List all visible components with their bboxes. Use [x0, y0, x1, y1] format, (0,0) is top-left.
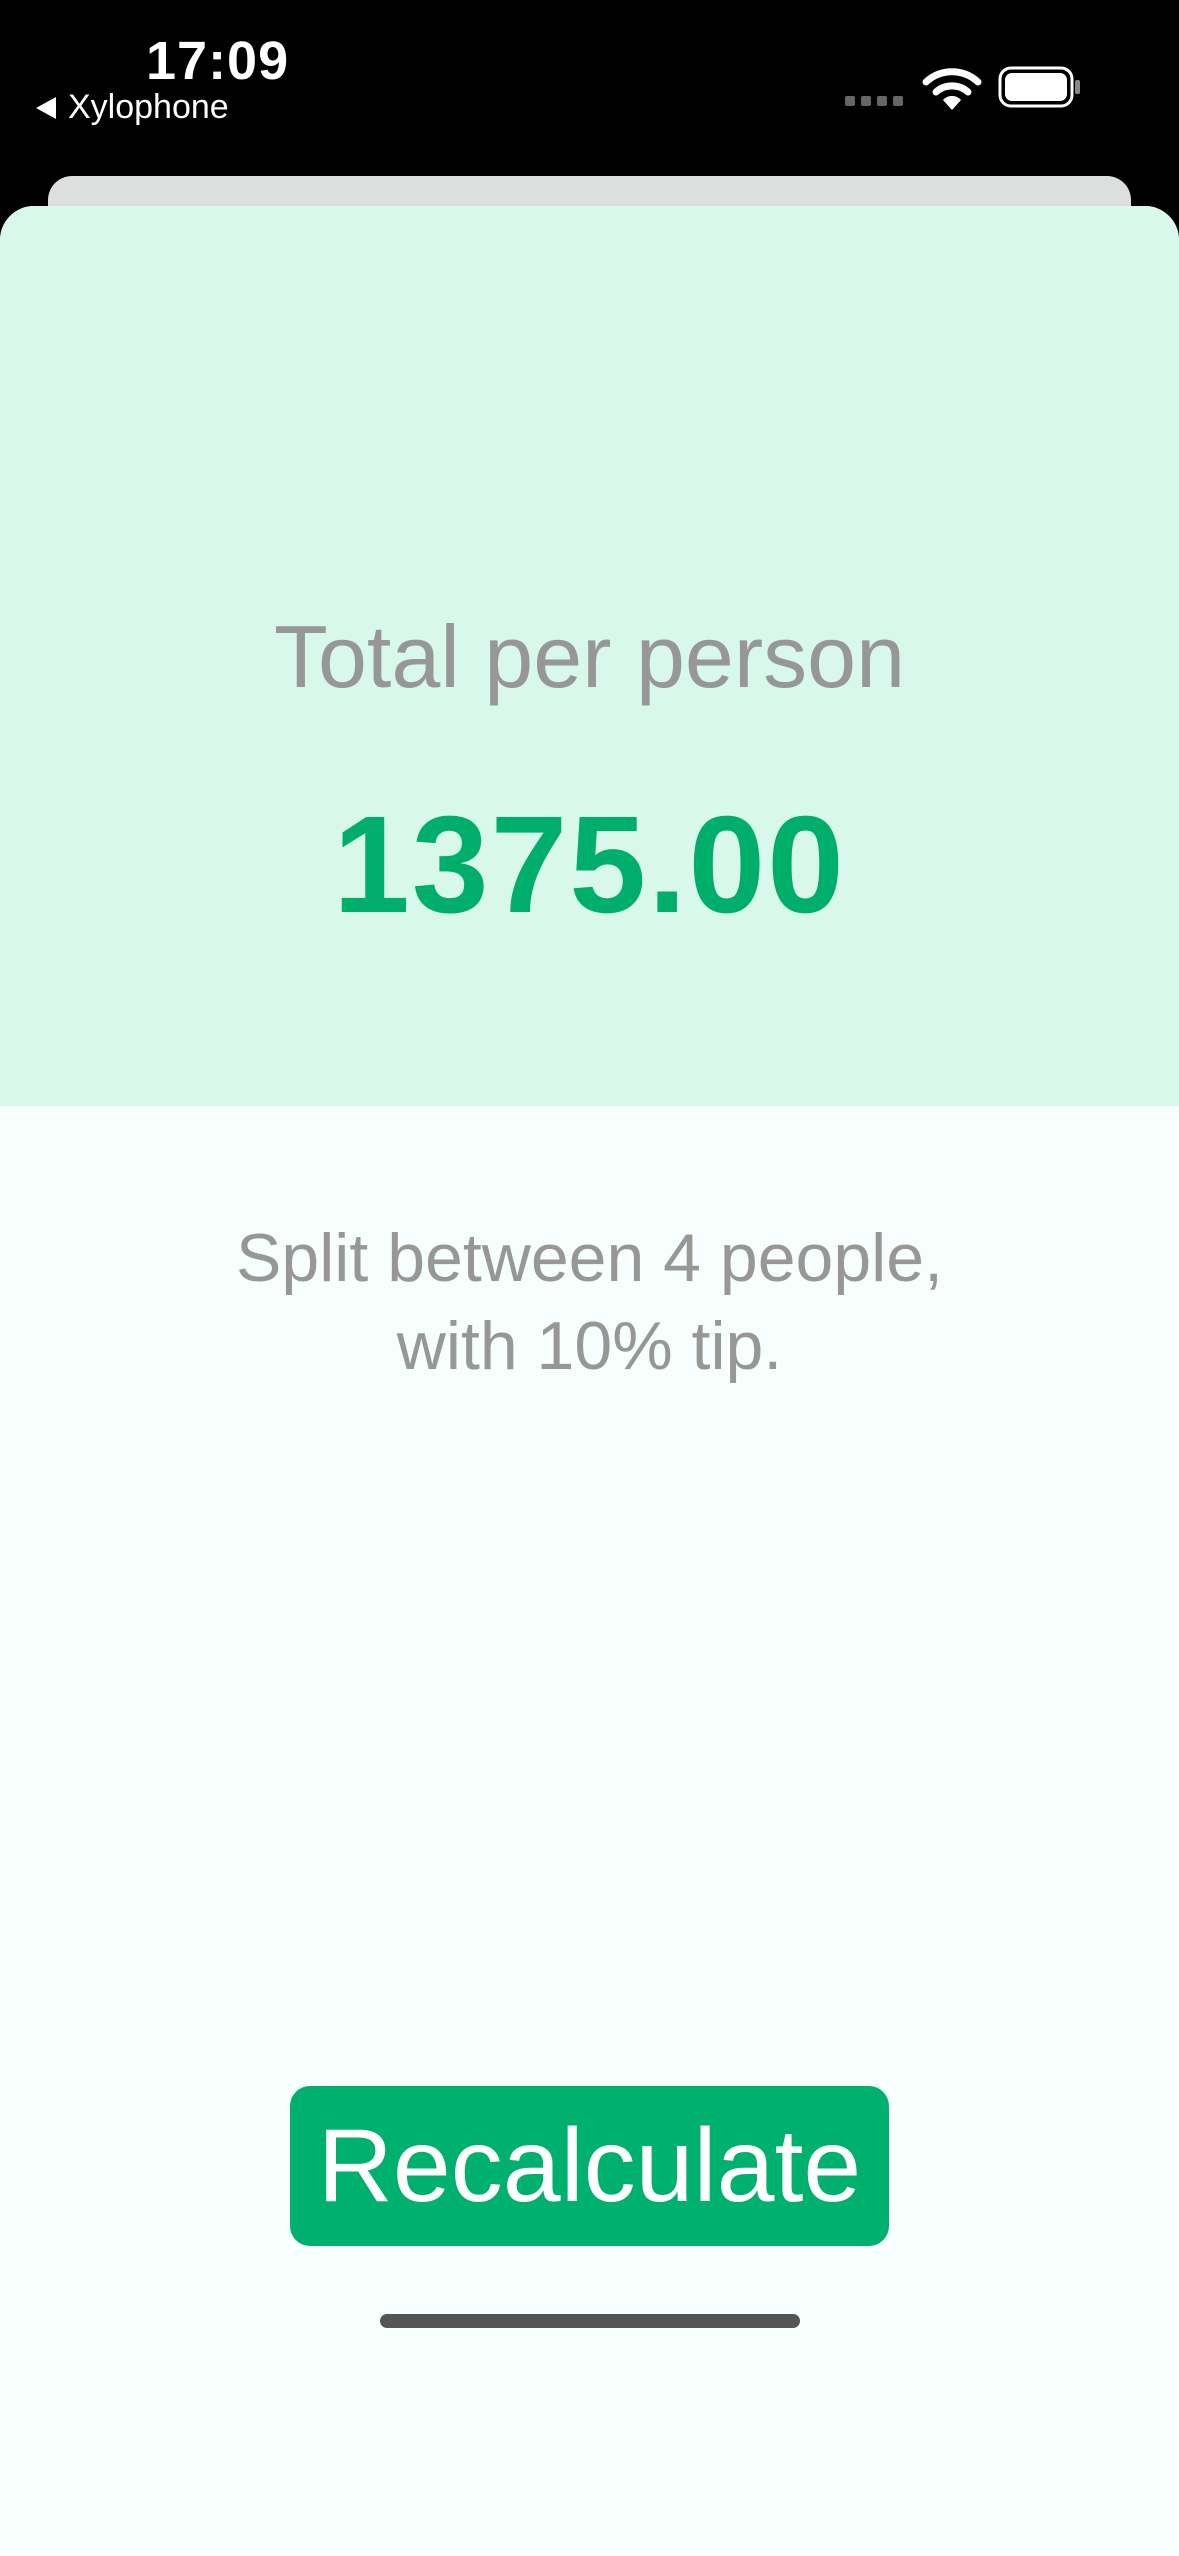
recalculate-button[interactable]: Recalculate: [290, 2086, 889, 2246]
total-per-person-label: Total per person: [273, 607, 906, 706]
back-arrow-icon: [36, 96, 56, 119]
home-indicator[interactable]: [380, 2314, 800, 2328]
total-per-person-value: 1375.00: [333, 788, 846, 942]
back-app-label: Xylophone: [68, 88, 229, 126]
tip-settings-line: with 10% tip.: [396, 1308, 783, 1384]
result-panel: Total per person 1375.00: [0, 206, 1179, 1106]
signal-dots-icon: [845, 96, 903, 106]
status-bar: 17:09 Xylophone: [0, 0, 1179, 176]
split-settings-text: Split between 4 people, with 10% tip.: [0, 1214, 1179, 1390]
status-time: 17:09: [146, 31, 290, 91]
back-to-app-link[interactable]: Xylophone: [36, 88, 229, 127]
battery-icon: [998, 66, 1080, 108]
split-settings-line: Split between 4 people,: [236, 1220, 943, 1296]
wifi-icon: [922, 68, 982, 110]
